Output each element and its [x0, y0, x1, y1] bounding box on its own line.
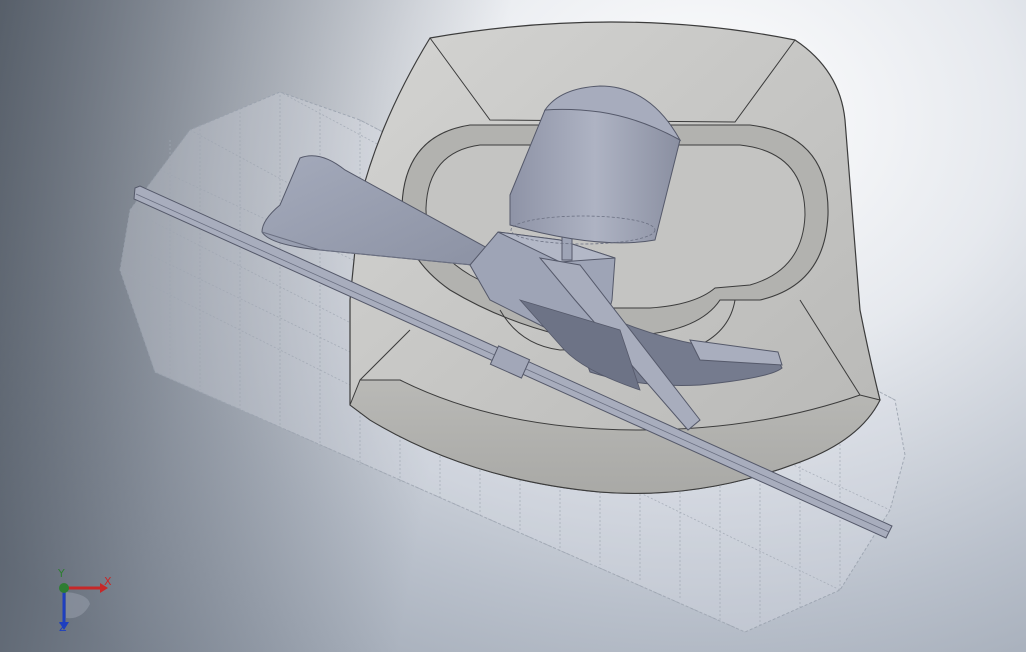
- model-scene[interactable]: [0, 0, 1026, 652]
- z-axis-label: Z: [59, 621, 67, 634]
- y-axis-label: Y: [58, 567, 65, 580]
- graphics-viewport[interactable]: X Y Z: [0, 0, 1026, 652]
- x-axis-label: X: [104, 575, 112, 588]
- y-axis-dot: [59, 583, 69, 593]
- view-orientation-triad[interactable]: X Y Z: [44, 568, 124, 638]
- triad-graphic: [59, 583, 108, 630]
- triad-shadow: [66, 592, 90, 619]
